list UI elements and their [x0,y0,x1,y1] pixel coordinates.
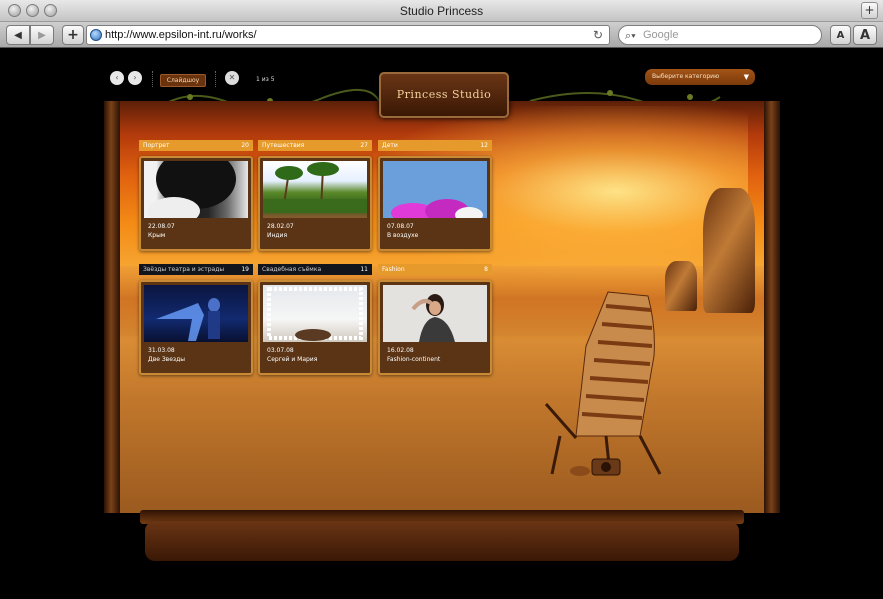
photo-tile[interactable]: 03.07.08 Сергей и Мария [258,280,372,375]
reload-icon[interactable]: ↻ [593,26,603,44]
category-name: Fashion [382,266,405,273]
photo-date: 07.08.07 [387,223,414,230]
photo-date: 22.08.07 [148,223,175,230]
camera-illustration [570,458,621,476]
photo-tile[interactable]: 07.08.07 В воздухе [378,156,492,251]
gallery-card[interactable]: Дети 12 07.08.07 В воздухе [378,140,492,251]
text-larger-button[interactable]: A [853,25,877,45]
category-count: 11 [360,266,368,273]
photo-title: Индия [267,232,288,239]
photo-tile[interactable]: 22.08.07 Крым [139,156,253,251]
next-circle-button[interactable]: › [128,71,142,85]
category-name: Портрет [143,142,170,149]
page-content: ‹ › Слайдшоу ✕ 1 из 5 Выберите категорию… [0,49,883,599]
photo-title: Сергей и Мария [267,356,318,363]
photo-thumbnail[interactable] [144,285,248,342]
site-logo[interactable]: Princess Studio [379,72,509,118]
photo-date: 28.02.07 [267,223,294,230]
category-name: Дети [382,142,398,149]
photo-date: 16.02.08 [387,347,414,354]
globe-icon [90,29,102,41]
new-tab-button[interactable]: + [861,2,878,19]
deck-chair-illustration [544,291,662,475]
left-post [104,101,120,513]
photo-title: Fashion-continent [387,356,441,363]
photo-date: 31.03.08 [148,347,175,354]
category-header[interactable]: Fashion 8 [378,264,492,275]
category-header[interactable]: Портрет 20 [139,140,253,151]
photo-tile[interactable]: 16.02.08 Fashion-continent [378,280,492,375]
photo-title: В воздухе [387,232,419,239]
photo-thumbnail[interactable] [263,161,367,218]
photo-tile[interactable]: 28.02.07 Индия [258,156,372,251]
gallery-card[interactable]: Свадебная съёмка 11 03.07.08 Сергей и Ма… [258,264,372,375]
window-titlebar: Studio Princess + [0,0,883,22]
category-count: 20 [241,142,249,149]
address-bar[interactable]: http://www.epsilon-int.ru/works/ ↻ [86,25,610,45]
search-placeholder: Google [643,29,679,41]
photo-thumbnail[interactable] [383,285,487,342]
window-title: Studio Princess [399,4,484,18]
gallery-card[interactable]: Портрет 20 22.08.07 Крым [139,140,253,251]
search-icon: ⌕▾ [625,30,636,42]
category-count: 8 [484,266,488,273]
gallery-card[interactable]: Звёзды театра и эстрады 19 31.03.08 Две … [139,264,253,375]
category-count: 19 [241,266,249,273]
category-header[interactable]: Путешествия 27 [258,140,372,151]
category-header[interactable]: Свадебная съёмка 11 [258,264,372,275]
right-post [764,101,780,513]
address-text: http://www.epsilon-int.ru/works/ [105,29,257,41]
prev-circle-button[interactable]: ‹ [110,71,124,85]
photo-title: Крым [148,232,166,239]
gallery-card[interactable]: Fashion 8 16.02.08 Fashion-continent [378,264,492,375]
rock-formation [703,188,755,313]
category-count: 27 [360,142,368,149]
stage-base [145,521,739,561]
photo-thumbnail[interactable] [144,161,248,218]
forward-button[interactable]: ▶ [30,25,54,45]
category-name: Свадебная съёмка [262,266,322,273]
search-field[interactable]: ⌕▾ Google [618,25,822,45]
rock-formation [665,261,697,311]
photo-thumbnail[interactable] [383,161,487,218]
browser-toolbar: ◀ ▶ + http://www.epsilon-int.ru/works/ ↻… [0,22,883,48]
text-smaller-button[interactable]: A [830,25,851,45]
category-name: Путешествия [262,142,305,149]
photo-date: 03.07.08 [267,347,294,354]
add-bookmark-button[interactable]: + [62,25,84,45]
category-header[interactable]: Дети 12 [378,140,492,151]
photo-title: Две Звезды [148,356,185,363]
category-count: 12 [480,142,488,149]
category-name: Звёзды театра и эстрады [143,266,225,273]
back-button[interactable]: ◀ [6,25,30,45]
photo-tile[interactable]: 31.03.08 Две Звезды [139,280,253,375]
photo-thumbnail[interactable] [263,285,367,342]
gallery-card[interactable]: Путешествия 27 28.02.07 Индия [258,140,372,251]
category-header[interactable]: Звёзды театра и эстрады 19 [139,264,253,275]
